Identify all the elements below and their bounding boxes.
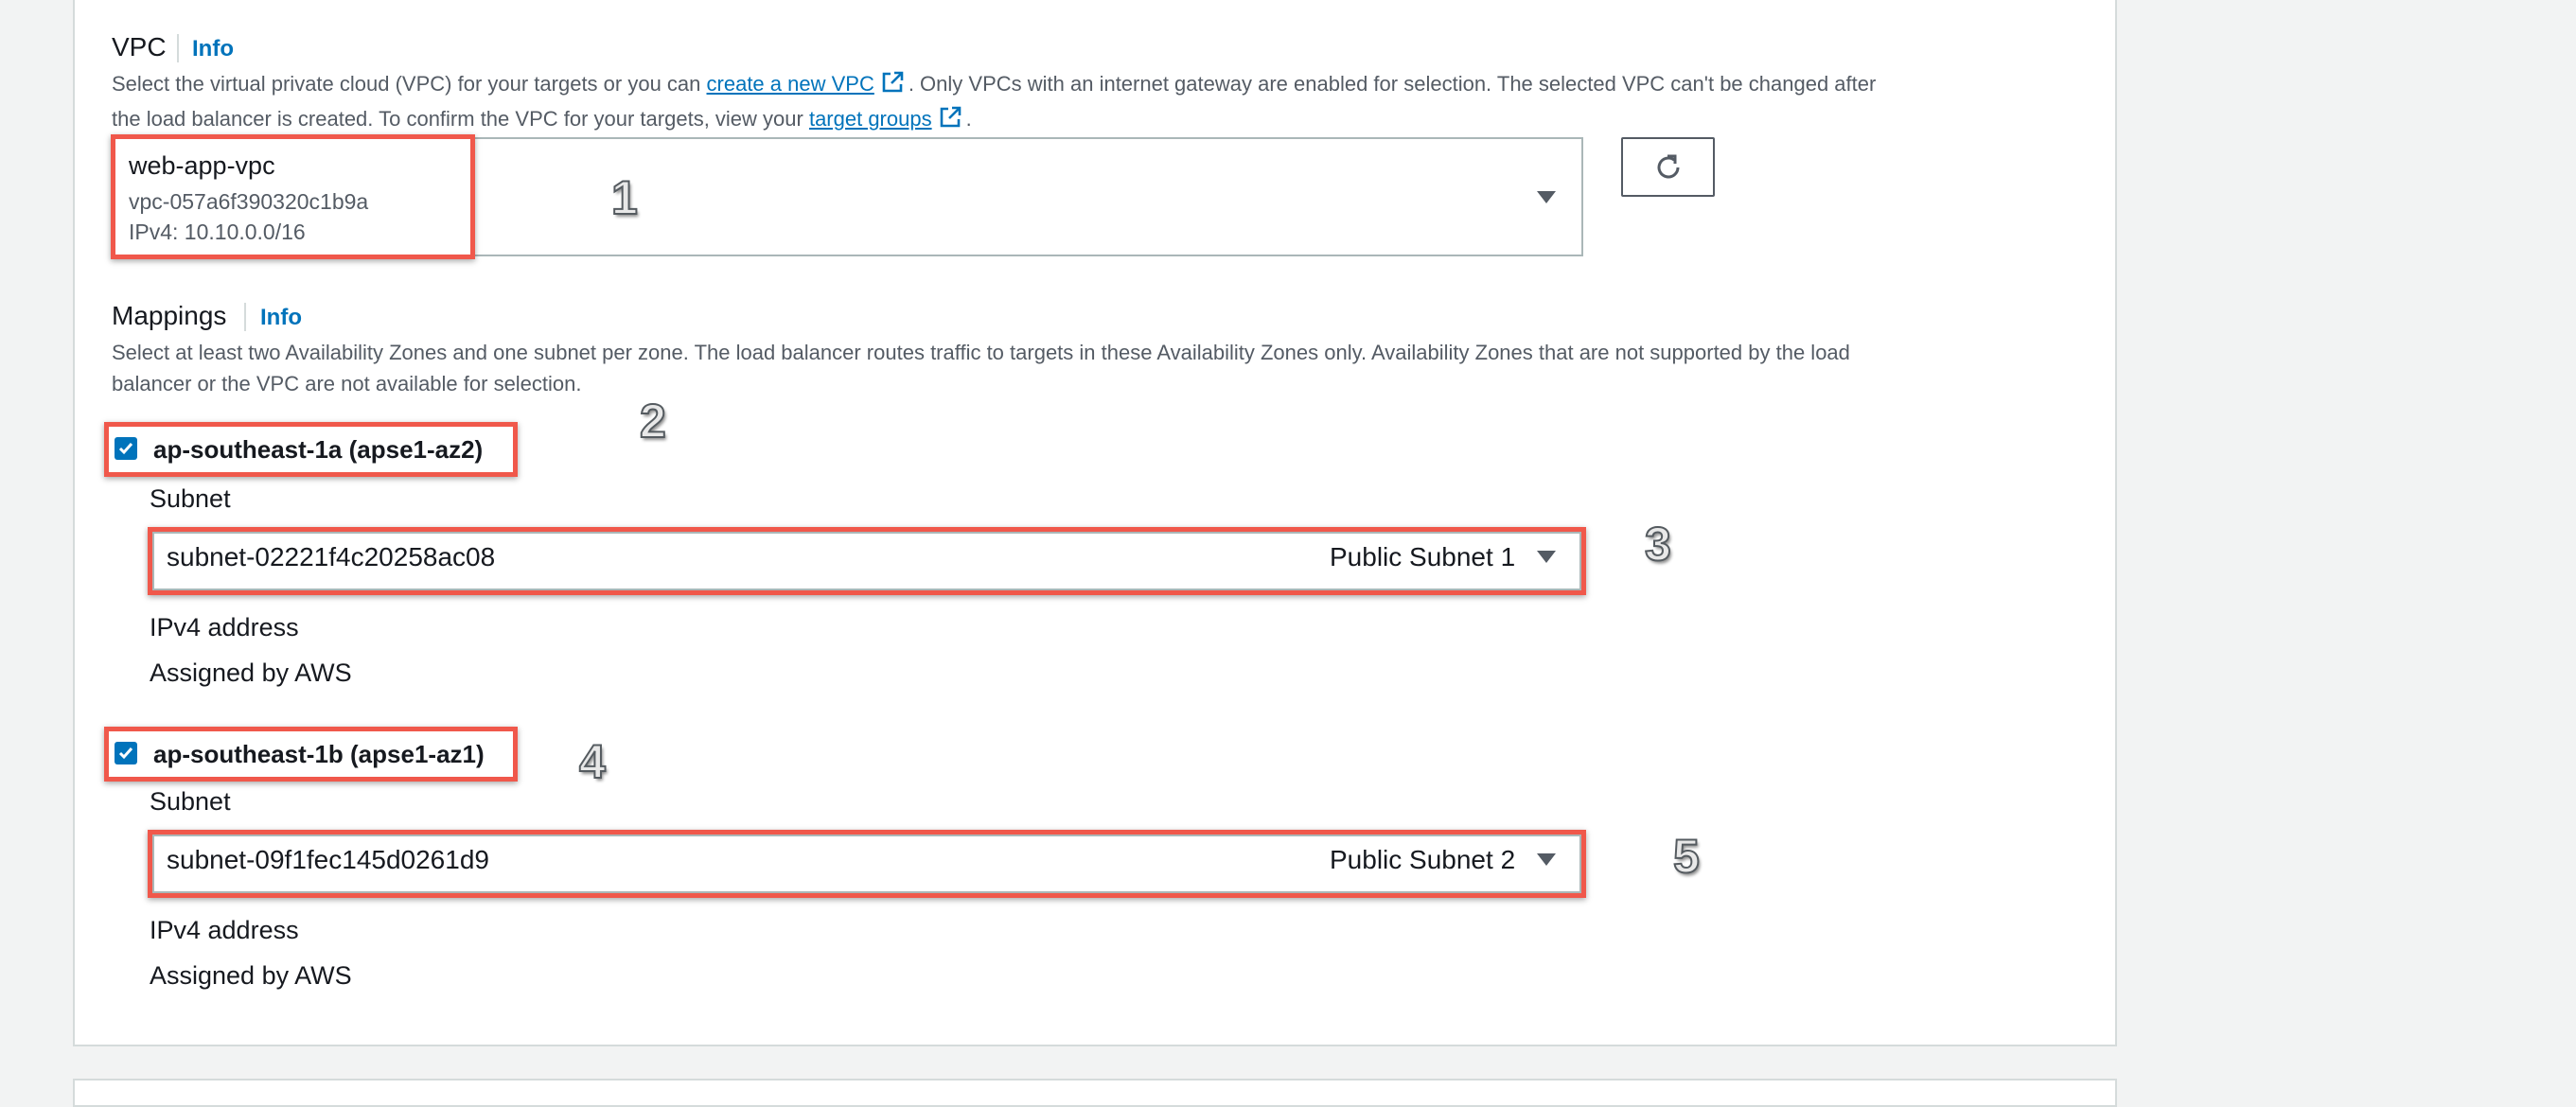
vpc-info-link[interactable]: Info	[192, 36, 234, 62]
checkmark-icon	[118, 443, 133, 455]
zone1-checkbox[interactable]	[115, 437, 137, 460]
vpc-desc-text-1: Select the virtual private cloud (VPC) f…	[112, 72, 707, 96]
zone1-subnet-label: Subnet	[150, 484, 231, 513]
step-marker-2: 2	[639, 394, 667, 448]
zone2-ipv4-value: Assigned by AWS	[150, 961, 352, 990]
mappings-desc-line1: Select at least two Availability Zones a…	[112, 341, 1850, 364]
mappings-section-title: Mappings	[112, 301, 227, 330]
zone2-checkbox[interactable]	[115, 742, 137, 764]
vpc-desc-text-2: . Only VPCs with an internet gateway are…	[908, 72, 1877, 96]
create-vpc-link[interactable]: create a new VPC	[707, 72, 874, 96]
vpc-desc-text-4: .	[965, 107, 972, 131]
next-section-panel	[73, 1079, 2117, 1107]
zone2-subnet-label: Subnet	[150, 787, 231, 816]
vpc-description: Select the virtual private cloud (VPC) f…	[112, 68, 2118, 138]
mappings-desc-line2: balancer or the VPC are not available fo…	[112, 372, 582, 395]
info-divider	[244, 303, 246, 331]
zone2-ipv4-label: IPv4 address	[150, 916, 299, 944]
zone1-label[interactable]: ap-southeast-1a (apse1-az2)	[153, 435, 483, 465]
info-divider	[177, 34, 179, 62]
vpc-selected-cidr: IPv4: 10.10.0.0/16	[129, 220, 306, 244]
step-marker-3: 3	[1644, 517, 1672, 571]
zone1-ipv4-label: IPv4 address	[150, 613, 299, 641]
mappings-info-link[interactable]: Info	[260, 305, 302, 331]
target-groups-link[interactable]: target groups	[809, 107, 932, 131]
zone2-subnet-id: subnet-09f1fec145d0261d9	[167, 845, 489, 874]
refresh-vpc-button[interactable]	[1621, 137, 1715, 197]
step-marker-4: 4	[578, 734, 607, 789]
zone1-ipv4-value: Assigned by AWS	[150, 659, 352, 687]
step-marker-1: 1	[610, 170, 639, 225]
refresh-icon	[1657, 154, 1679, 178]
zone2-label[interactable]: ap-southeast-1b (apse1-az1)	[153, 740, 485, 769]
checkmark-icon	[118, 747, 133, 760]
vpc-selected-name: web-app-vpc	[129, 151, 275, 180]
vpc-dropdown-caret-icon[interactable]	[1537, 191, 1556, 203]
external-link-icon	[938, 105, 962, 138]
zone1-subnet-name: Public Subnet 1	[1330, 542, 1516, 571]
external-link-icon	[880, 70, 905, 103]
vpc-selected-id: vpc-057a6f390320c1b9a	[129, 189, 369, 214]
zone2-subnet-caret-icon[interactable]	[1537, 853, 1556, 866]
zone1-subnet-id: subnet-02221f4c20258ac08	[167, 542, 496, 571]
zone1-subnet-caret-icon[interactable]	[1537, 551, 1556, 563]
vpc-desc-text-3: the load balancer is created. To confirm…	[112, 107, 809, 131]
step-marker-5: 5	[1672, 829, 1701, 884]
zone2-subnet-name: Public Subnet 2	[1330, 845, 1516, 874]
mappings-description: Select at least two Availability Zones a…	[112, 337, 2118, 399]
vpc-section-title: VPC	[112, 32, 167, 62]
